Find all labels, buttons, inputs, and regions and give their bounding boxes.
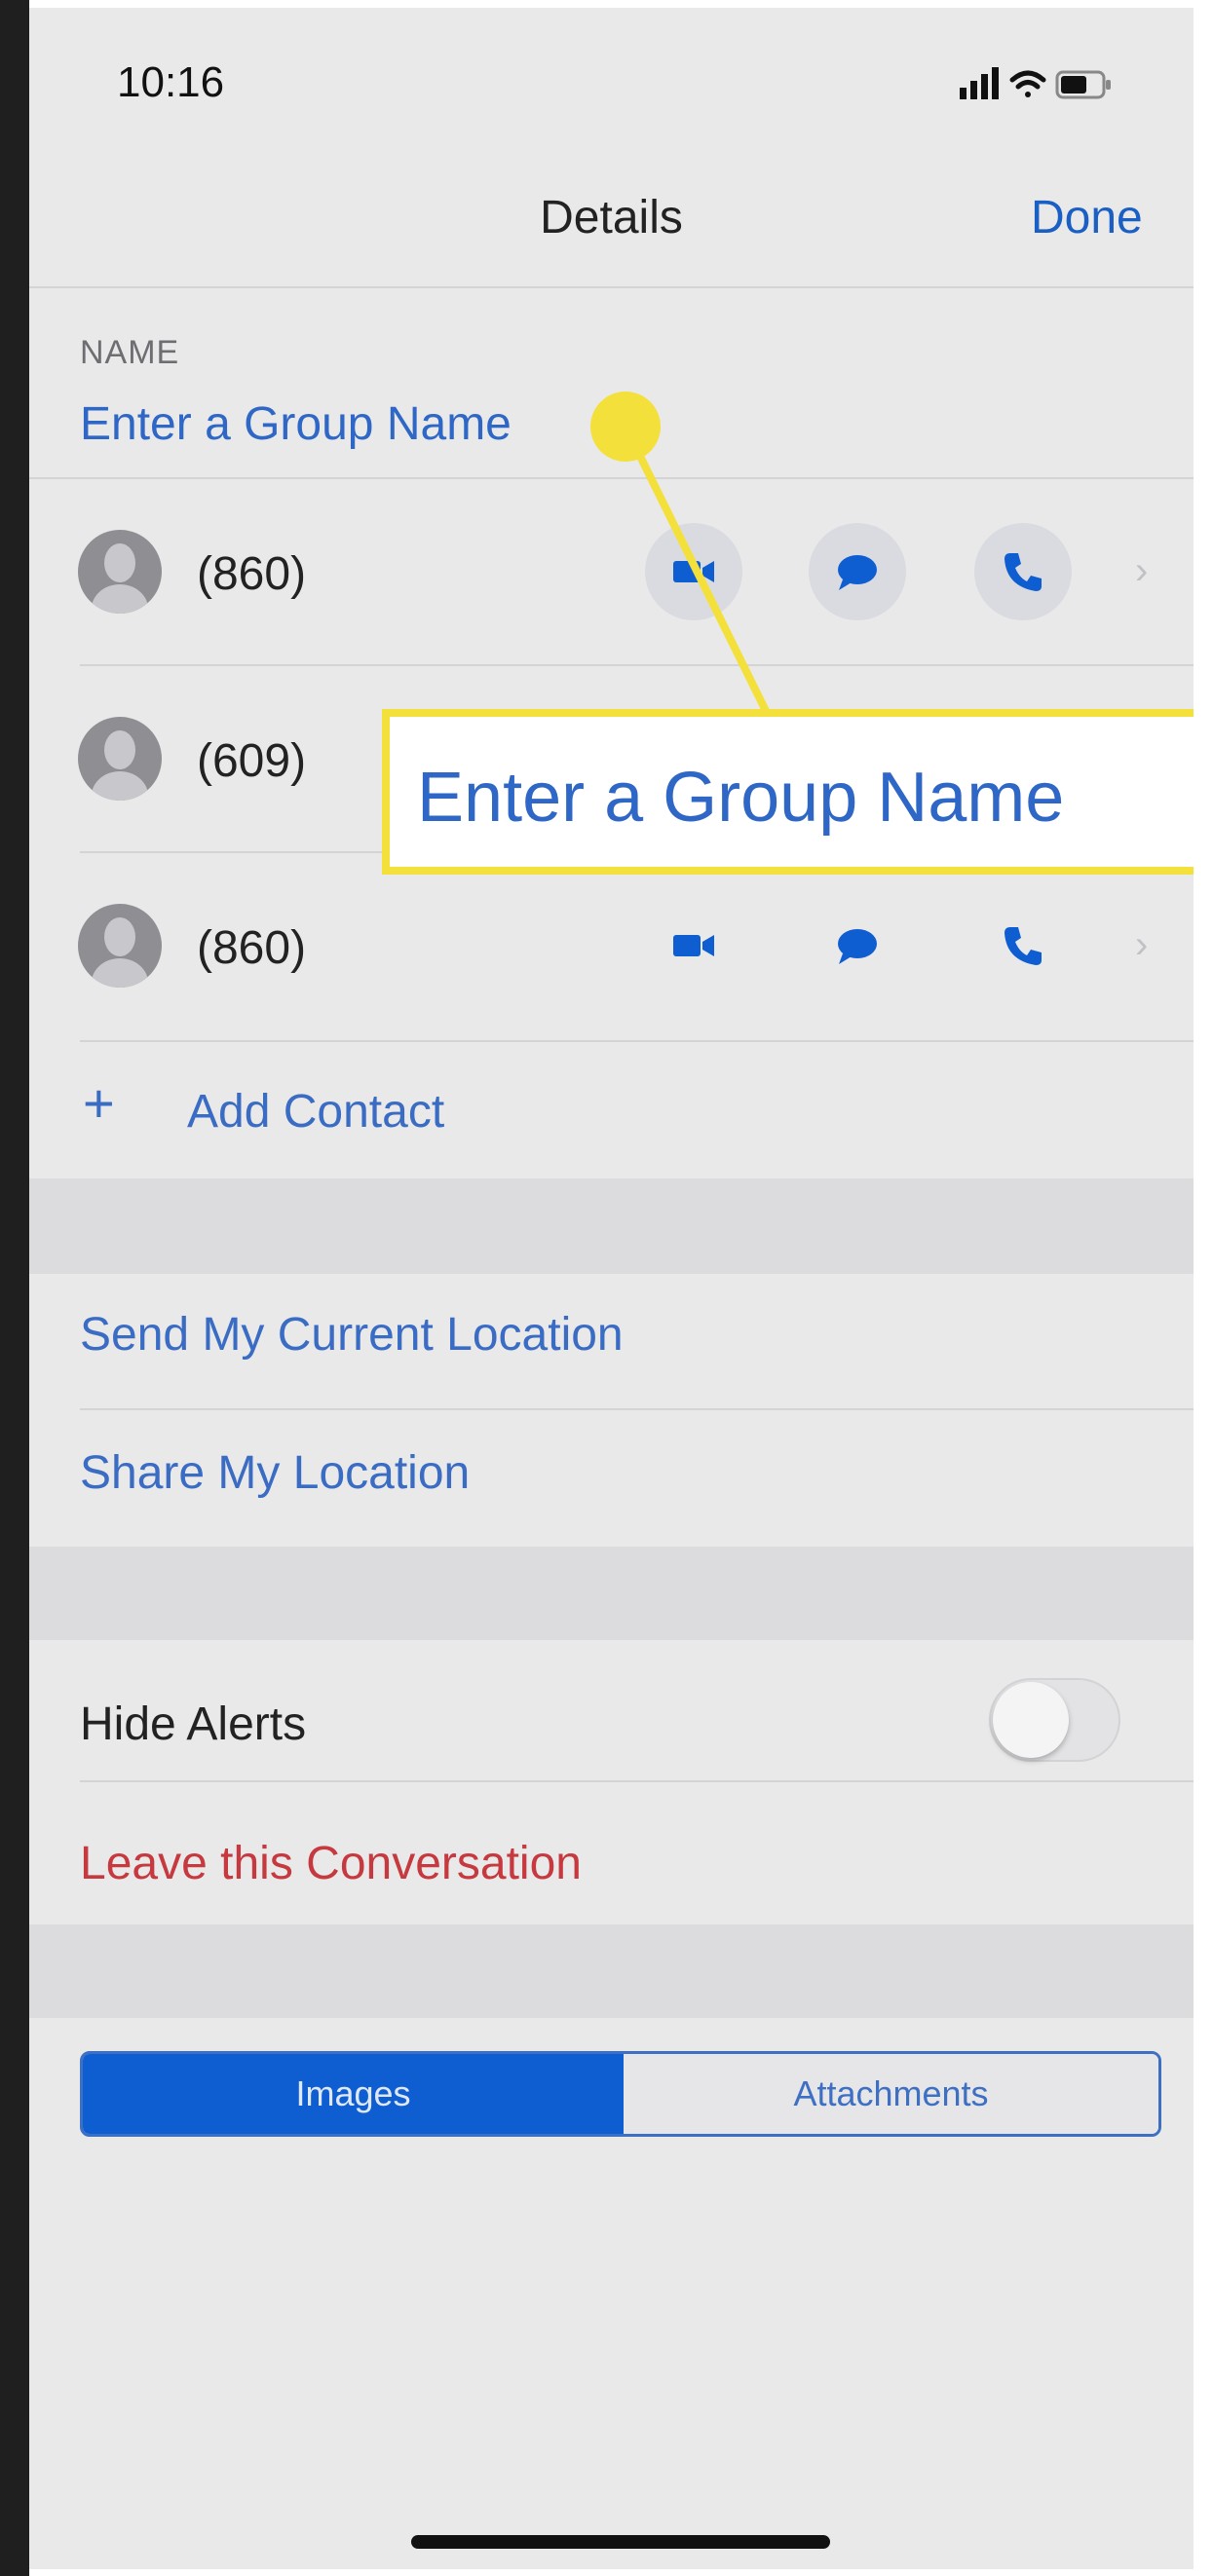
annotation-pointer	[590, 392, 774, 721]
annotation-line	[622, 425, 774, 721]
phone-screen: 10:16 Details Done NAME Enter a Group Na…	[29, 8, 1194, 2569]
annotation-callout: Enter a Group Name	[382, 709, 1194, 875]
device-bezel	[0, 0, 29, 2576]
screenshot-frame: 10:16 Details Done NAME Enter a Group Na…	[0, 0, 1213, 2576]
callout-text: Enter a Group Name	[417, 759, 1065, 837]
annotation-dot	[590, 392, 661, 462]
